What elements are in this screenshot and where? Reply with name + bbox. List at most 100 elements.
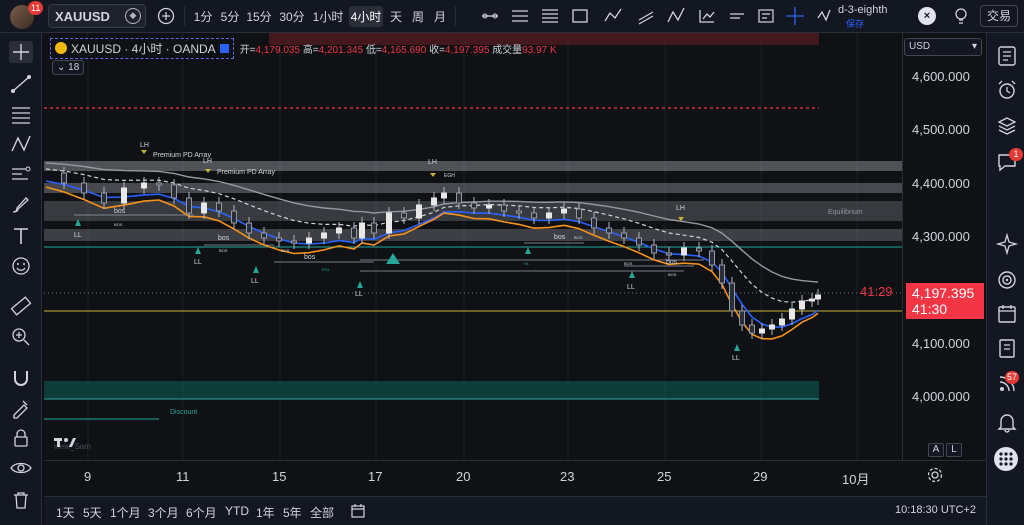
prediction-tool-icon[interactable] [9, 163, 33, 185]
alarm-clock-icon[interactable] [996, 79, 1018, 101]
price-label: 4,500.000 [912, 122, 970, 137]
candle-body [101, 192, 107, 204]
indicator-count: 18 [68, 62, 80, 73]
chart-pane[interactable]: LH Premium PD Array LH Premium PD Array … [44, 33, 902, 460]
range-1y[interactable]: 1年 [256, 504, 275, 521]
text-tool-icon[interactable] [9, 225, 33, 247]
candle-body [431, 197, 437, 206]
high-label: 高= [302, 44, 319, 56]
candle-body [121, 187, 127, 204]
time-axis[interactable]: 9 11 15 17 20 23 25 29 10月 [44, 460, 986, 492]
target-icon[interactable] [996, 269, 1018, 291]
ohlc-values: 开=4,179.035 高=4,201.345 低=4,165.690 收=4,… [240, 41, 557, 56]
long-position-icon[interactable] [697, 6, 717, 26]
path-icon[interactable] [603, 6, 623, 26]
candle-body [61, 172, 67, 184]
notebook-icon[interactable] [996, 337, 1018, 359]
fib-tool-icon[interactable] [9, 103, 33, 125]
time-label: 29 [753, 469, 768, 484]
ruler-icon[interactable] [9, 295, 33, 317]
candle-body [81, 182, 87, 194]
price-label: 4,600.000 [912, 69, 970, 84]
brush-tool-icon[interactable] [9, 194, 33, 216]
equilibrium-band-2 [44, 229, 902, 241]
parallel-lines-icon[interactable] [510, 6, 530, 26]
ideas-icon[interactable] [996, 233, 1018, 255]
channel-icon[interactable] [636, 6, 656, 26]
text-tool-icon[interactable] [727, 6, 747, 26]
timeframe-5m[interactable]: 5分 [218, 6, 242, 27]
zigzag-icon[interactable] [666, 6, 686, 26]
pattern-tool-icon[interactable] [9, 133, 33, 155]
trade-button[interactable]: 交易 [980, 5, 1018, 27]
time-label: 20 [456, 469, 471, 484]
timeframe-month[interactable]: 月 [430, 6, 450, 27]
timeframe-30m[interactable]: 30分 [277, 6, 307, 27]
price-chart[interactable]: LH Premium PD Array LH Premium PD Array … [44, 33, 902, 460]
bottom-toolbar: 1天 5天 1个月 3个月 6个月 YTD 1年 5年 全部 10:18:30 … [44, 496, 986, 525]
trend-line-icon[interactable] [480, 6, 500, 26]
drawing-toolbar [0, 33, 42, 525]
range-5d[interactable]: 5天 [83, 504, 102, 521]
crosshair-icon[interactable] [785, 6, 805, 26]
range-1m[interactable]: 1个月 [110, 504, 141, 521]
zoom-in-icon[interactable] [9, 325, 33, 347]
emoji-icon[interactable] [9, 255, 33, 277]
symbol-legend[interactable]: XAUUSD · 4小时 · OANDA [50, 37, 234, 59]
clock[interactable]: 10:18:30 UTC+2 [895, 504, 976, 516]
fib-retracement-icon[interactable] [540, 6, 560, 26]
layers-icon[interactable] [996, 115, 1018, 137]
range-3m[interactable]: 3个月 [148, 504, 179, 521]
range-all[interactable]: 全部 [310, 504, 334, 521]
indicator-icon[interactable] [815, 6, 835, 26]
candle-body [636, 237, 642, 246]
chevron-down-icon: ▾ [971, 41, 977, 52]
go-to-date-icon[interactable] [350, 503, 366, 519]
range-ytd[interactable]: YTD [225, 504, 249, 518]
discount-label: Discount [170, 409, 197, 416]
timeframe-week[interactable]: 周 [408, 6, 428, 27]
top-toolbar: 11 XAUUSD ◆ 1分 5分 15分 30分 1小时 4小时 天 周 月 … [0, 0, 1024, 33]
timeframe-4h[interactable]: 4小时 [349, 6, 383, 27]
magnet-icon[interactable] [9, 367, 33, 389]
symbol-options-icon[interactable]: ◆ [125, 8, 141, 24]
bos-label: bos [666, 259, 678, 266]
bell-icon[interactable] [996, 411, 1018, 433]
crosshair-cursor-icon[interactable] [9, 41, 33, 63]
flag-icon[interactable] [219, 43, 229, 53]
bar-countdown: 41:30 [912, 301, 948, 317]
premium-pd-array-band [44, 161, 902, 171]
timeframe-1m[interactable]: 1分 [190, 6, 216, 27]
stay-in-drawing-mode-icon[interactable] [9, 397, 33, 419]
range-5y[interactable]: 5年 [283, 504, 302, 521]
timeframe-15m[interactable]: 15分 [244, 6, 274, 27]
watchlist-icon[interactable] [996, 45, 1018, 67]
measure-icon[interactable] [756, 6, 776, 26]
rectangle-icon[interactable] [570, 6, 590, 26]
symbol-search-box[interactable]: XAUUSD ◆ [48, 4, 146, 28]
lightbulb-icon[interactable] [951, 6, 971, 26]
indicators-toggle[interactable]: ⌄ 18 [52, 60, 85, 75]
line-tool-icon[interactable] [9, 73, 33, 95]
range-1d[interactable]: 1天 [56, 504, 75, 521]
more-apps-icon[interactable] [994, 447, 1018, 471]
candle-body [739, 310, 745, 326]
auto-scale-button[interactable]: A [928, 443, 944, 457]
lock-icon[interactable] [9, 427, 33, 449]
range-6m[interactable]: 6个月 [186, 504, 217, 521]
gear-icon[interactable] [926, 466, 944, 484]
timeframe-day[interactable]: 天 [386, 6, 406, 27]
eye-icon[interactable] [9, 457, 33, 479]
candle-body [561, 208, 567, 214]
close-icon[interactable]: × [918, 7, 936, 25]
timeframe-1h[interactable]: 1小时 [310, 6, 346, 27]
trash-icon[interactable] [9, 489, 33, 511]
candle-body [321, 232, 327, 239]
currency-select[interactable]: USD ▾ [904, 38, 982, 56]
add-symbol-icon[interactable] [156, 6, 176, 26]
ema-slow-line [45, 162, 819, 283]
candle-body [531, 212, 537, 219]
log-scale-button[interactable]: L [946, 443, 962, 457]
layout-name[interactable]: d-3-eighth [838, 4, 902, 16]
calendar-icon[interactable] [996, 303, 1018, 325]
